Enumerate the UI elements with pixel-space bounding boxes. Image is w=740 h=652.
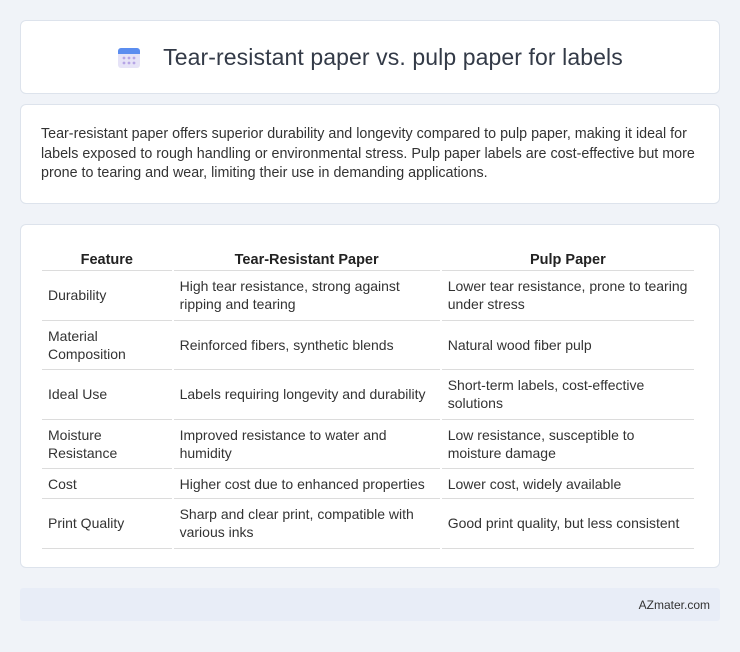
page-title: Tear-resistant paper vs. pulp paper for … <box>163 43 623 70</box>
row-tear-value: Higher cost due to enhanced properties <box>173 469 440 499</box>
row-tear-value: Labels requiring longevity and durabilit… <box>173 370 440 420</box>
row-feature: Print Quality <box>42 499 172 549</box>
table-header-row: Feature Tear-Resistant Paper Pulp Paper <box>42 245 694 271</box>
table-row: Cost Higher cost due to enhanced propert… <box>42 469 694 499</box>
row-tear-value: Improved resistance to water and humidit… <box>173 420 440 469</box>
row-feature: Cost <box>42 469 172 499</box>
title-card: Tear-resistant paper vs. pulp paper for … <box>20 20 720 94</box>
row-tear-value: Sharp and clear print, compatible with v… <box>173 499 440 549</box>
row-pulp-value: Natural wood fiber pulp <box>441 321 694 370</box>
comparison-table: Feature Tear-Resistant Paper Pulp Paper … <box>40 245 696 549</box>
footer-site-name: AZmater.com <box>638 597 710 612</box>
summary-card: Tear-resistant paper offers superior dur… <box>20 104 720 204</box>
header-tear-resistant: Tear-Resistant Paper <box>173 245 440 271</box>
row-pulp-value: Good print quality, but less consistent <box>441 499 694 549</box>
row-tear-value: Reinforced fibers, synthetic blends <box>173 321 440 370</box>
summary-text: Tear-resistant paper offers superior dur… <box>41 126 695 181</box>
row-pulp-value: Short-term labels, cost-effective soluti… <box>441 370 694 420</box>
row-feature: Durability <box>42 271 172 321</box>
comparison-card: Feature Tear-Resistant Paper Pulp Paper … <box>20 224 720 568</box>
calendar-icon <box>117 45 141 69</box>
table-row: Material Composition Reinforced fibers, … <box>42 321 694 370</box>
header-feature: Feature <box>42 245 172 271</box>
row-pulp-value: Low resistance, susceptible to moisture … <box>441 420 694 469</box>
footer-bar: AZmater.com <box>20 588 720 621</box>
table-row: Moisture Resistance Improved resistance … <box>42 420 694 469</box>
row-pulp-value: Lower tear resistance, prone to tearing … <box>441 271 694 321</box>
table-row: Print Quality Sharp and clear print, com… <box>42 499 694 549</box>
row-feature: Material Composition <box>42 321 172 370</box>
table-row: Ideal Use Labels requiring longevity and… <box>42 370 694 420</box>
row-tear-value: High tear resistance, strong against rip… <box>173 271 440 321</box>
row-feature: Ideal Use <box>42 370 172 420</box>
row-pulp-value: Lower cost, widely available <box>441 469 694 499</box>
header-pulp: Pulp Paper <box>441 245 694 271</box>
table-row: Durability High tear resistance, strong … <box>42 271 694 321</box>
row-feature: Moisture Resistance <box>42 420 172 469</box>
